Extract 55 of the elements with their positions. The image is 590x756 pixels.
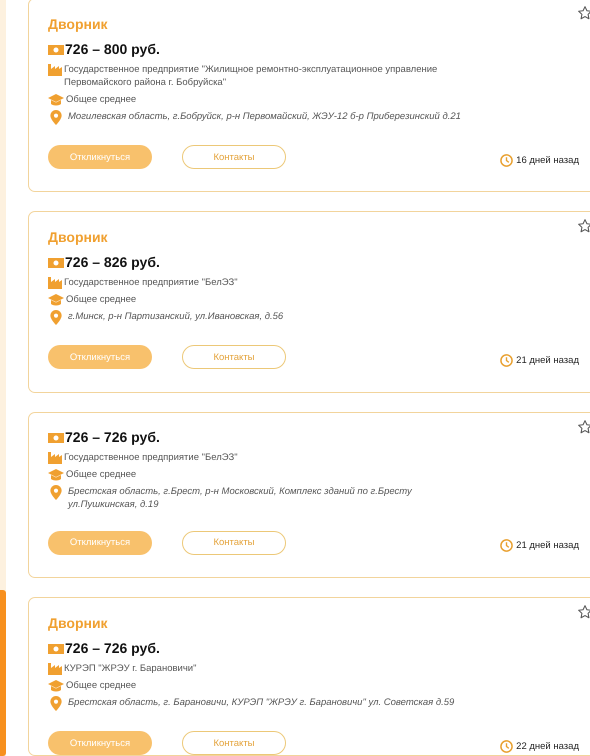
location-pin-icon xyxy=(50,310,62,326)
posted-time: 16 дней назад xyxy=(516,154,579,166)
vacancy-title[interactable]: Дворник xyxy=(48,228,579,246)
location-pin-icon xyxy=(50,484,62,500)
apply-button[interactable]: Откликнуться xyxy=(48,145,152,169)
clock-icon xyxy=(500,154,514,166)
factory-icon xyxy=(48,64,62,76)
factory-icon xyxy=(48,663,62,675)
factory-icon xyxy=(48,277,62,290)
vacancy-title[interactable]: Дворник xyxy=(48,614,579,632)
contacts-button[interactable]: Контакты xyxy=(182,145,286,169)
company-name: Государственное предприятие "Жилищное ремонтно-эксплуатационное управление Первомайского района г. Бобруйска" xyxy=(64,63,438,89)
star-icon[interactable] xyxy=(577,604,590,620)
apply-button[interactable]: Откликнуться xyxy=(48,530,152,555)
apply-button[interactable]: Откликнуться xyxy=(48,731,152,755)
clock-icon xyxy=(500,740,514,752)
banknote-icon xyxy=(48,643,64,655)
contacts-button[interactable]: Контакты xyxy=(182,345,286,370)
posted-time: 21 дней назад xyxy=(516,540,579,552)
education-level: Общее среднее xyxy=(66,679,136,692)
address: Брестская область, г. Барановичи, КУРЭП "ЖРЭУ г. Барановичи" ул. Советская д.59 xyxy=(68,696,454,709)
clock-icon xyxy=(500,539,514,552)
salary: 726 – 726 руб. xyxy=(65,428,160,446)
posted-time: 22 дней назад xyxy=(516,740,579,752)
address: Брестская область, г.Брест, р-н Московский, Комплекс зданий по г.Бресту ул.Пушкинская, д.19 xyxy=(68,484,414,511)
location-pin-icon xyxy=(50,110,62,125)
address: Могилевская область, г.Бобруйск, р-н Первомайский, ЖЭУ-12 б-р Приберезинский д.21 xyxy=(68,110,461,123)
education-level: Общее среднее xyxy=(66,293,136,306)
vacancy-title[interactable]: Дворник xyxy=(48,15,579,33)
banknote-icon xyxy=(48,432,64,444)
graduation-cap-icon xyxy=(48,94,64,106)
company-name: Государственное предприятие "БелЭЗ" xyxy=(64,276,238,290)
star-icon[interactable] xyxy=(577,218,590,234)
company-name: Государственное предприятие "БелЭЗ" xyxy=(64,450,238,464)
clock-icon xyxy=(500,354,514,367)
contacts-button[interactable]: Контакты xyxy=(182,731,286,755)
address: г.Минск, р-н Партизанский, ул.Ивановская, д.56 xyxy=(68,310,284,324)
graduation-cap-icon xyxy=(48,680,64,692)
star-icon[interactable] xyxy=(577,418,590,435)
salary: 726 – 826 руб. xyxy=(65,254,160,272)
salary: 726 – 800 руб. xyxy=(65,41,160,58)
graduation-cap-icon xyxy=(48,468,64,481)
graduation-cap-icon xyxy=(48,294,64,306)
education-level: Общее среднее xyxy=(66,468,136,481)
company-name: КУРЭП "ЖРЭУ г. Барановичи" xyxy=(64,662,196,675)
contacts-button[interactable]: Контакты xyxy=(182,530,286,555)
factory-icon xyxy=(48,452,62,464)
star-icon[interactable] xyxy=(577,5,590,21)
salary: 726 – 726 руб. xyxy=(65,640,160,657)
banknote-icon xyxy=(48,44,64,56)
posted-time: 21 дней назад xyxy=(516,354,579,366)
apply-button[interactable]: Откликнуться xyxy=(48,345,152,370)
location-pin-icon xyxy=(50,696,62,711)
education-level: Общее среднее xyxy=(66,93,136,106)
banknote-icon xyxy=(48,257,64,270)
